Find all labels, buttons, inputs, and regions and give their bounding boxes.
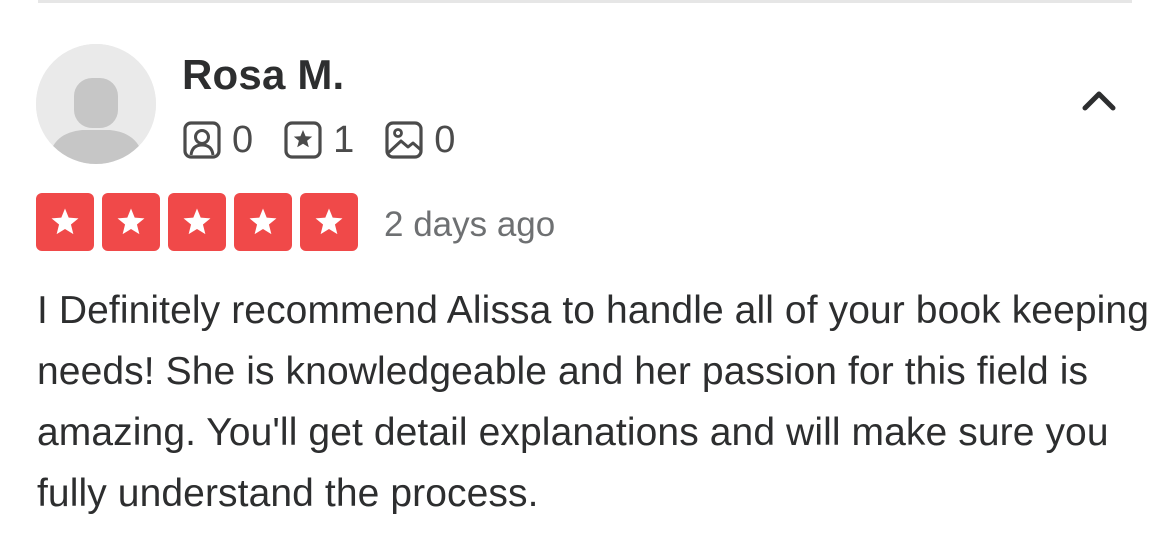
rating-star-5 (300, 193, 358, 251)
friends-stat: 0 (182, 118, 253, 162)
user-stats: 0 1 0 (182, 118, 485, 162)
review-text: I Definitely recommend Alissa to handle … (37, 289, 1150, 515)
star-icon (249, 208, 277, 235)
photos-count: 0 (434, 119, 456, 161)
friends-icon (182, 120, 222, 160)
star-rating (36, 193, 358, 251)
photos-icon (384, 120, 424, 160)
rating-star-3 (168, 193, 226, 251)
star-icon (51, 208, 79, 235)
photos-stat: 0 (384, 118, 455, 162)
collapse-button[interactable] (1076, 82, 1122, 118)
star-icon (183, 208, 211, 235)
chevron-up-icon (1082, 91, 1116, 111)
rating-star-1 (36, 193, 94, 251)
reviews-count: 1 (333, 119, 355, 161)
reviews-star-icon (283, 120, 323, 160)
top-divider (38, 0, 1132, 3)
rating-star-4 (234, 193, 292, 251)
friends-count: 0 (232, 119, 254, 161)
review-date: 2 days ago (384, 205, 556, 244)
star-icon (315, 208, 343, 235)
rating-star-2 (102, 193, 160, 251)
reviews-stat: 1 (283, 118, 354, 162)
default-avatar-icon (36, 44, 156, 164)
user-avatar[interactable] (36, 44, 156, 164)
user-name[interactable]: Rosa M. (182, 51, 344, 99)
star-icon (117, 208, 145, 235)
